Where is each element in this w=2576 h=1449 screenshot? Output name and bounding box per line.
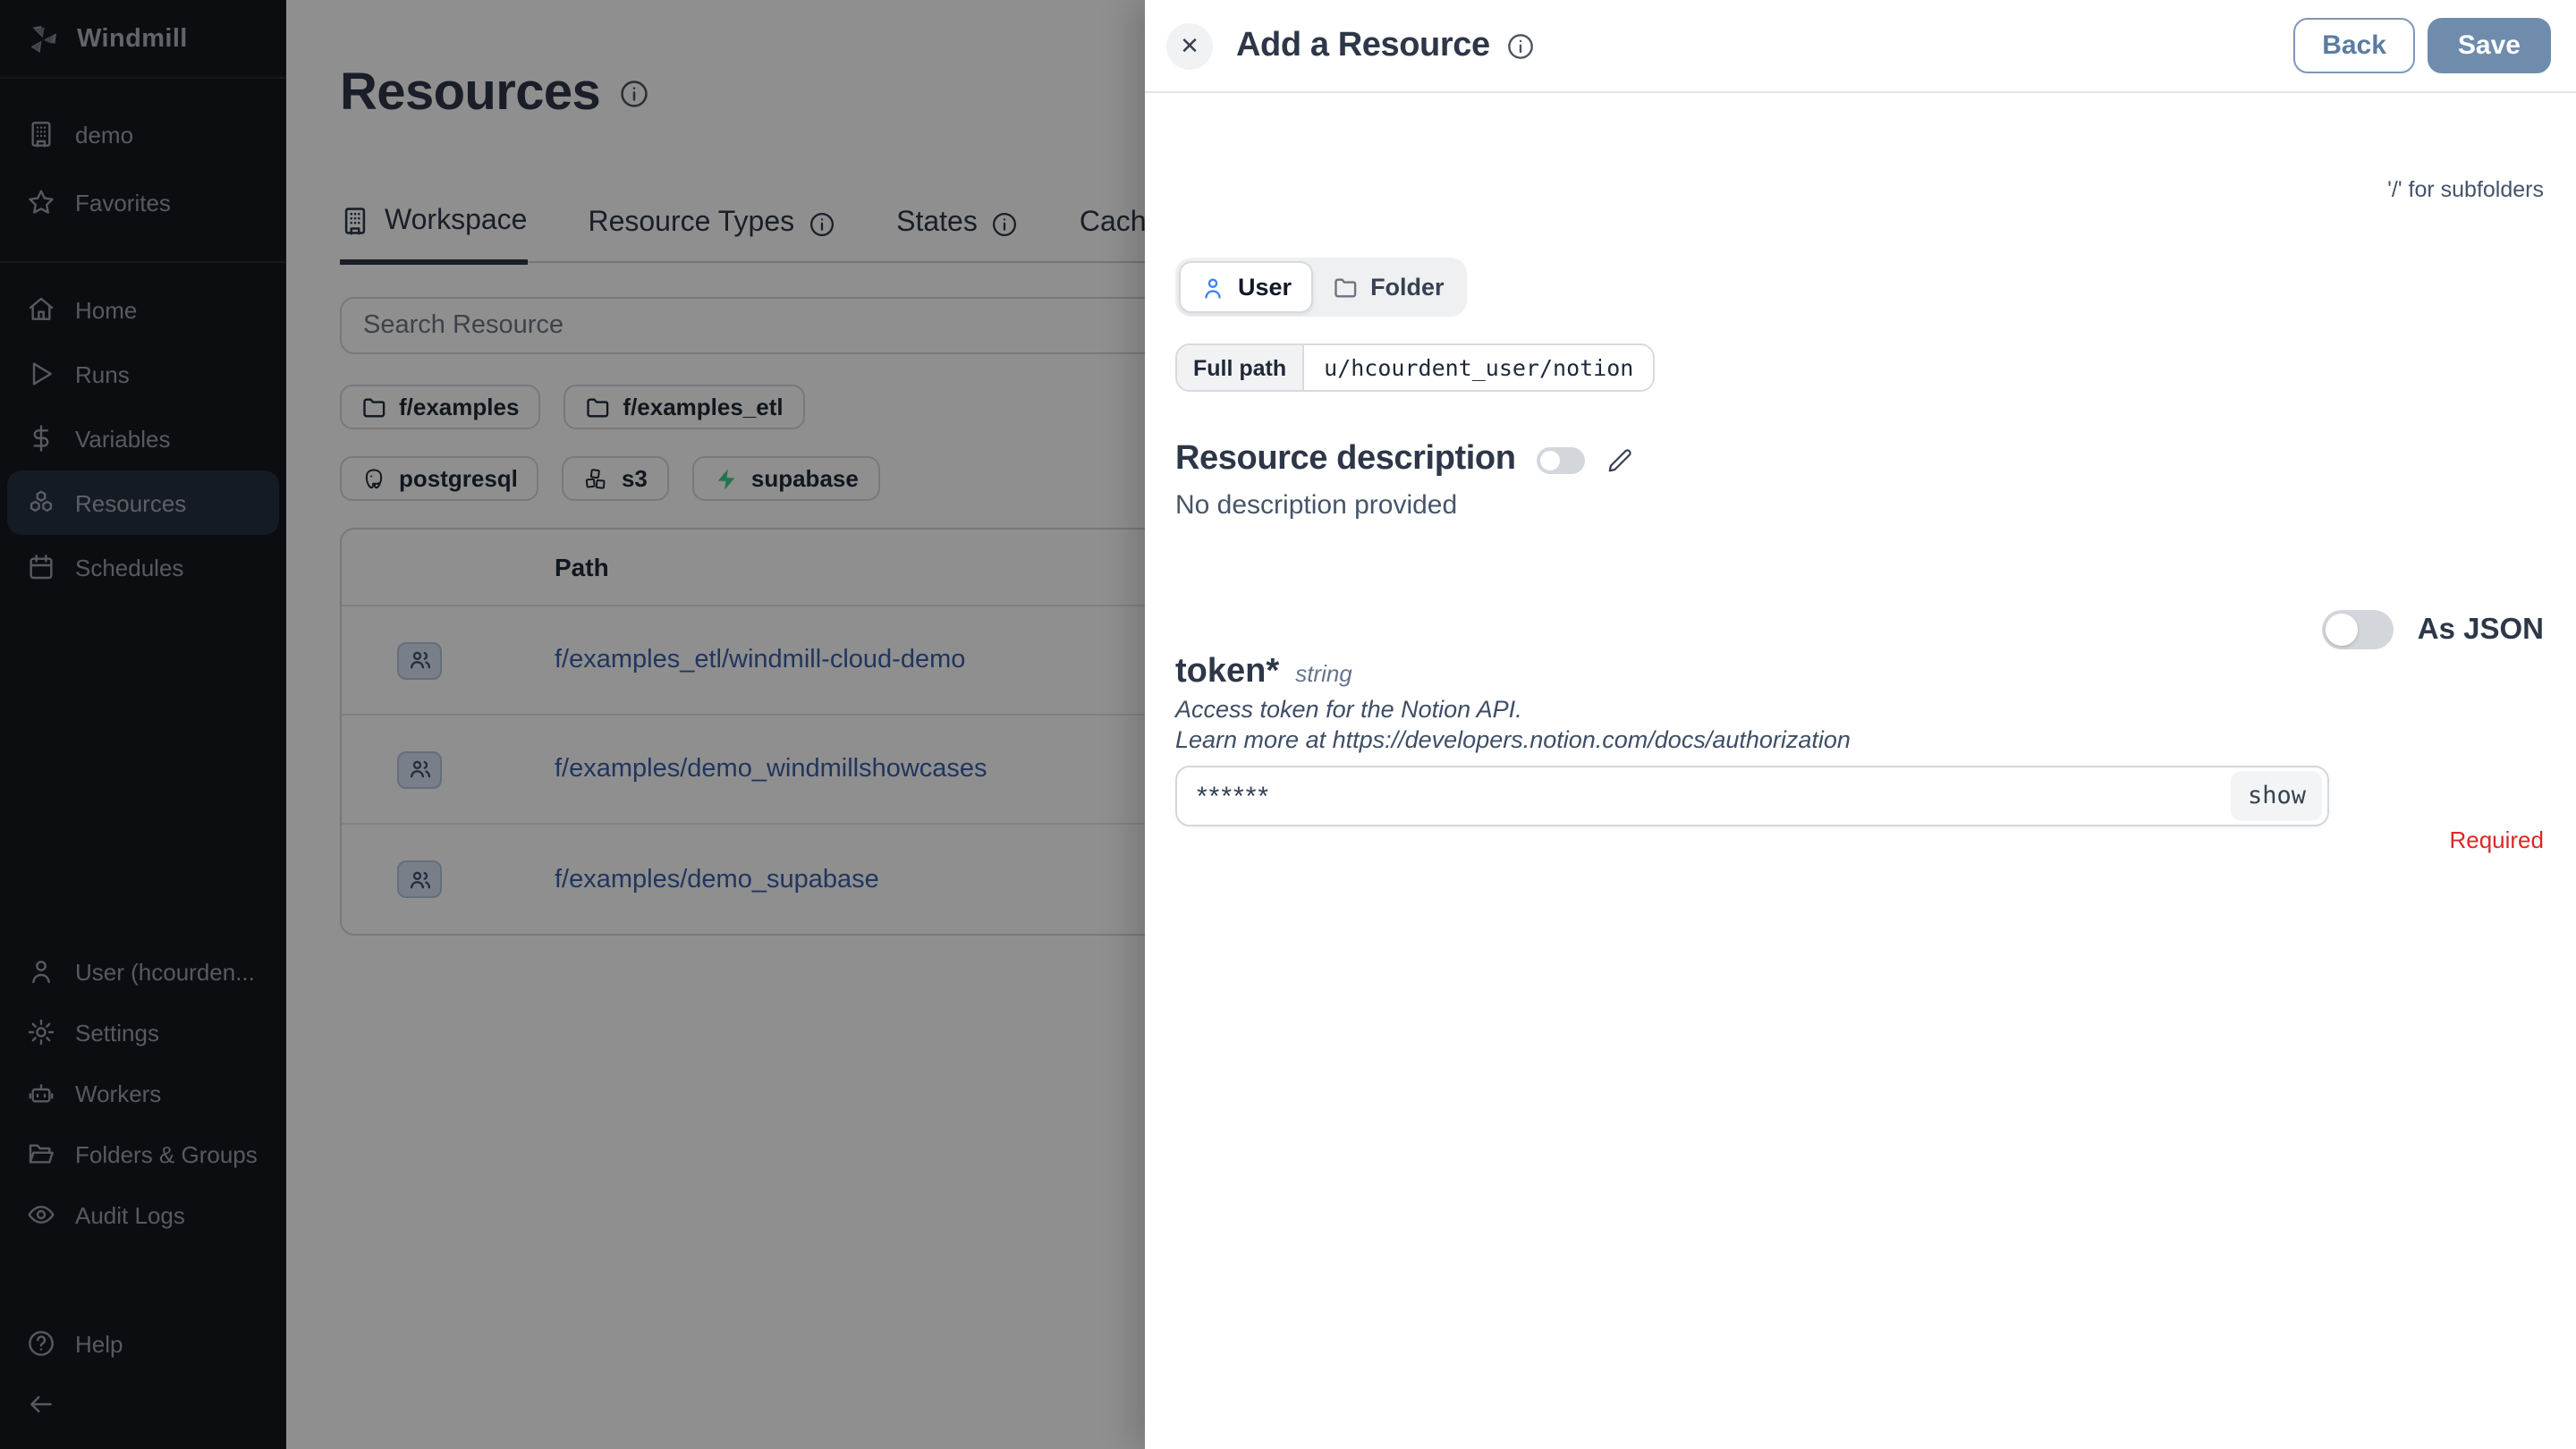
owner-kind-toggle: User Folder bbox=[1175, 258, 1468, 317]
as-json-label: As JSON bbox=[2418, 613, 2544, 647]
resource-description-heading: Resource description bbox=[1175, 440, 1516, 479]
add-resource-drawer: ✕ Add a Resource Back Save '/' for subfo… bbox=[1145, 0, 2576, 1449]
close-icon[interactable]: ✕ bbox=[1166, 22, 1213, 69]
description-toggle[interactable] bbox=[1538, 446, 1586, 473]
show-secret-button[interactable]: show bbox=[2232, 771, 2322, 821]
token-field-heading: token* string bbox=[1175, 653, 1352, 692]
subfolder-hint: '/' for subfolders bbox=[2387, 177, 2544, 202]
required-validation-text: Required bbox=[2449, 826, 2544, 853]
drawer-body: '/' for subfolders User Name * User Fold… bbox=[1145, 93, 2576, 1449]
segment-label: Folder bbox=[1370, 274, 1445, 301]
back-button[interactable]: Back bbox=[2293, 18, 2415, 73]
as-json-toggle[interactable] bbox=[2323, 610, 2394, 649]
windmill-app: Windmill demo Favorites Home bbox=[0, 0, 2576, 1449]
save-button[interactable]: Save bbox=[2428, 18, 2551, 73]
token-field-description: Access token for the Notion API. Learn m… bbox=[1175, 696, 1851, 755]
required-asterisk: * bbox=[1266, 653, 1279, 692]
folder-icon bbox=[1333, 275, 1358, 300]
drawer-title: Add a Resource bbox=[1236, 26, 1490, 65]
description-empty-text: No description provided bbox=[1175, 490, 1457, 521]
modal-backdrop[interactable] bbox=[0, 0, 1145, 1449]
toggle-knob bbox=[1541, 450, 1561, 470]
full-path-chip[interactable]: Full path u/hcourdent_user/notion bbox=[1175, 343, 1655, 392]
full-path-value: u/hcourdent_user/notion bbox=[1304, 345, 1653, 390]
segment-label: User bbox=[1238, 274, 1292, 301]
pencil-icon[interactable] bbox=[1607, 446, 1634, 473]
toggle-knob bbox=[2326, 614, 2359, 646]
token-input-wrap: show bbox=[1175, 766, 2329, 826]
owner-folder-segment[interactable]: Folder bbox=[1313, 261, 1464, 313]
token-field-type: string bbox=[1295, 660, 1352, 687]
info-icon[interactable] bbox=[1506, 31, 1535, 60]
drawer-header: ✕ Add a Resource Back Save bbox=[1145, 0, 2576, 93]
token-field-name: token bbox=[1175, 653, 1266, 692]
resource-description-section: Resource description bbox=[1175, 440, 1634, 479]
user-icon bbox=[1200, 275, 1225, 300]
full-path-label: Full path bbox=[1177, 345, 1304, 390]
owner-user-segment[interactable]: User bbox=[1179, 261, 1313, 313]
token-desc-line: Learn more at https://developers.notion.… bbox=[1175, 725, 1851, 755]
token-secret-input[interactable] bbox=[1175, 766, 2329, 826]
as-json-row: As JSON bbox=[2323, 610, 2544, 649]
token-desc-line: Access token for the Notion API. bbox=[1175, 696, 1851, 725]
